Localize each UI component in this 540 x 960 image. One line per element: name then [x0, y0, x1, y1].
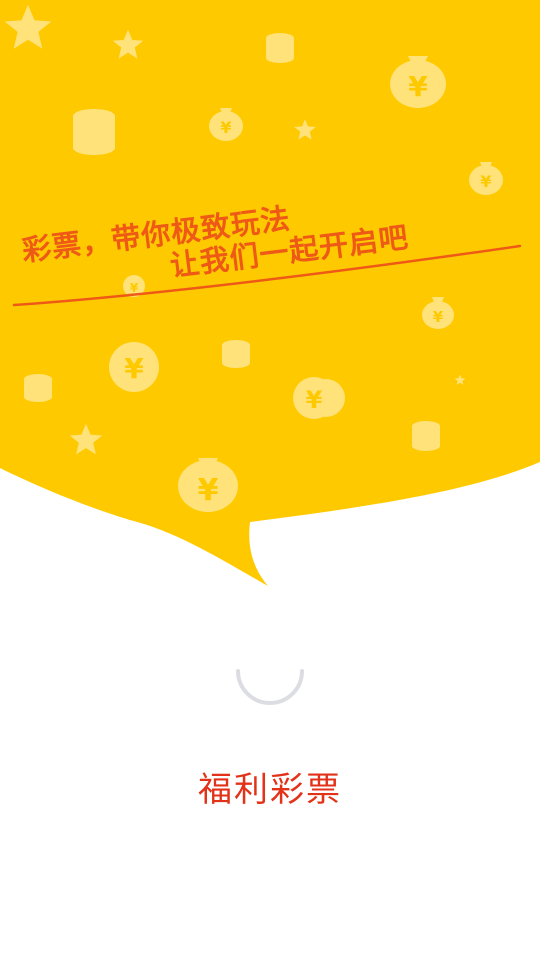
- yuan-symbol: ¥: [306, 386, 323, 414]
- yuan-symbol: ¥: [480, 172, 491, 191]
- app-name: 福利彩票: [198, 770, 342, 810]
- coin-stack-icon: [222, 340, 250, 368]
- spinner-icon: [236, 669, 304, 705]
- coin-stack-icon: [73, 109, 115, 155]
- yuan-symbol: ¥: [124, 352, 144, 385]
- coin-stack-icon: [24, 374, 52, 402]
- yuan-symbol: ¥: [433, 308, 444, 326]
- yuan-symbol: ¥: [408, 70, 428, 103]
- yuan-symbol: ¥: [198, 473, 219, 508]
- speech-bubble: [0, 0, 540, 586]
- coin-stack-icon: [412, 421, 440, 451]
- yuan-symbol: ¥: [130, 281, 139, 295]
- yuan-symbol: ¥: [220, 118, 231, 137]
- splash-banner: ¥ ¥ ¥ ¥ ¥ ¥ ¥ ¥: [0, 0, 540, 586]
- coin-stack-icon: [266, 33, 294, 63]
